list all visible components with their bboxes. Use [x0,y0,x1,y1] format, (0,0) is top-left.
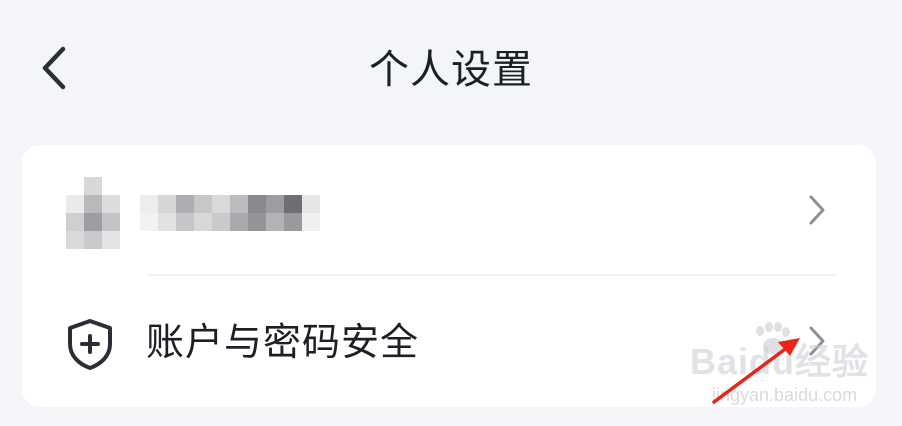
profile-row[interactable] [22,145,876,275]
header-bar: 个人设置 [0,0,902,140]
shield-plus-icon [68,319,112,370]
annotation-arrow [712,338,800,404]
chevron-right-icon [809,195,825,225]
page-title: 个人设置 [369,47,533,93]
avatar [66,177,122,249]
profile-name [140,191,320,231]
account-security-label: 账户与密码安全 [146,320,420,364]
